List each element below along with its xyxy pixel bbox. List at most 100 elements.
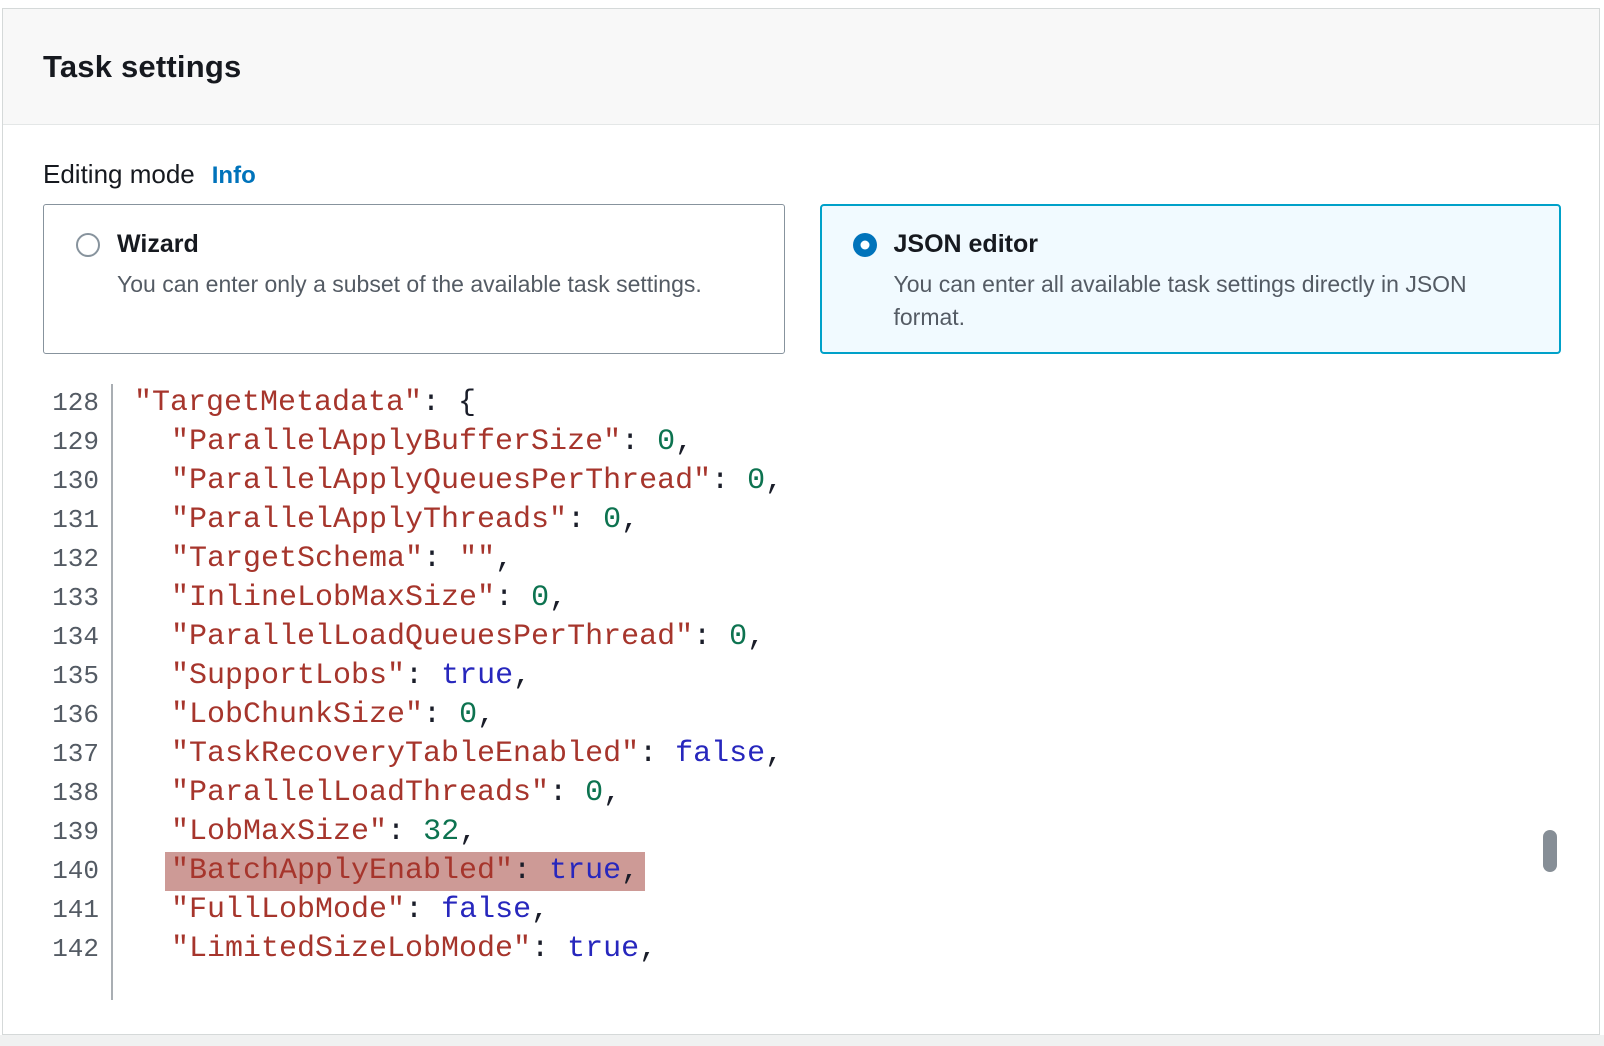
wizard-option-label: Wizard <box>117 230 199 259</box>
code-token-pun: , <box>531 893 549 927</box>
code-token-num: 0 <box>531 581 549 615</box>
code-line-130[interactable]: "ParallelApplyQueuesPerThread": 0, <box>113 462 1561 501</box>
code-token-pun: : <box>495 581 531 615</box>
code-token-str: "TaskRecoveryTableEnabled" <box>171 737 639 771</box>
code-token-pun: : <box>621 425 657 459</box>
code-token-str: "TargetMetadata" <box>134 386 422 420</box>
line-number-gutter: 1281291301311321331341351361371381391401… <box>43 384 113 1000</box>
json-code-editor[interactable]: 1281291301311321331341351361371381391401… <box>43 384 1561 1000</box>
wizard-radio-button[interactable] <box>76 233 100 257</box>
editing-mode-options: Wizard You can enter only a subset of th… <box>43 204 1561 354</box>
line-number: 133 <box>43 579 111 618</box>
editing-mode-row: Editing mode Info <box>43 159 1561 190</box>
code-token-pun: : <box>693 620 729 654</box>
code-token-bool: false <box>441 893 531 927</box>
json-editor-option-header: JSON editor <box>853 230 1535 259</box>
code-token-str: "ParallelLoadThreads" <box>171 776 549 810</box>
code-token-num: 32 <box>423 815 459 849</box>
code-token-pun: , <box>477 698 495 732</box>
code-token-pun: , <box>459 815 477 849</box>
line-number: 142 <box>43 930 111 969</box>
editor-scrollbar-thumb[interactable] <box>1543 830 1557 872</box>
editing-mode-option-wizard[interactable]: Wizard You can enter only a subset of th… <box>43 204 785 354</box>
code-token-pun: : <box>711 464 747 498</box>
line-number: 138 <box>43 774 111 813</box>
line-number: 135 <box>43 657 111 696</box>
code-token-pun: : <box>423 542 459 576</box>
code-token-str: "BatchApplyEnabled" <box>171 854 513 888</box>
code-token-pun: , <box>639 932 657 966</box>
code-token-num: 0 <box>585 776 603 810</box>
code-token-str: "TargetSchema" <box>171 542 423 576</box>
editing-mode-option-json-editor[interactable]: JSON editor You can enter all available … <box>820 204 1562 354</box>
line-number: 129 <box>43 423 111 462</box>
code-token-str: "ParallelApplyBufferSize" <box>171 425 621 459</box>
code-line-133[interactable]: "InlineLobMaxSize": 0, <box>113 579 1561 618</box>
code-token-bool: true <box>549 854 621 888</box>
code-line-131[interactable]: "ParallelApplyThreads": 0, <box>113 501 1561 540</box>
code-token-str: "ParallelApplyThreads" <box>171 503 567 537</box>
code-token-num: 0 <box>747 464 765 498</box>
page-bottom-strip <box>0 1035 1604 1046</box>
code-line-136[interactable]: "LobChunkSize": 0, <box>113 696 1561 735</box>
code-token-pun: : <box>567 503 603 537</box>
code-token-pun: : <box>423 698 459 732</box>
line-number: 136 <box>43 696 111 735</box>
code-token-bool: true <box>441 659 513 693</box>
code-token-str: "FullLobMode" <box>171 893 405 927</box>
info-link[interactable]: Info <box>212 162 256 190</box>
code-token-pun: , <box>765 464 783 498</box>
panel-title: Task settings <box>43 49 241 85</box>
code-token-pun: : <box>405 659 441 693</box>
json-editor-option-label: JSON editor <box>894 230 1038 259</box>
code-token-pun: , <box>549 581 567 615</box>
line-number: 132 <box>43 540 111 579</box>
code-token-pun: , <box>765 737 783 771</box>
wizard-option-description: You can enter only a subset of the avail… <box>117 268 737 301</box>
task-settings-panel: Task settings Editing mode Info Wizard Y… <box>2 8 1600 1035</box>
code-line-142[interactable]: "LimitedSizeLobMode": true, <box>113 930 1561 969</box>
code-token-pun: , <box>747 620 765 654</box>
line-number: 137 <box>43 735 111 774</box>
code-token-pun: : <box>405 893 441 927</box>
code-token-pun: , <box>603 776 621 810</box>
code-token-str: "ParallelApplyQueuesPerThread" <box>171 464 711 498</box>
line-number: 131 <box>43 501 111 540</box>
panel-header: Task settings <box>3 9 1599 125</box>
json-editor-radio-button[interactable] <box>853 233 877 257</box>
highlighted-code: "BatchApplyEnabled": true, <box>165 852 645 891</box>
code-line-135[interactable]: "SupportLobs": true, <box>113 657 1561 696</box>
code-token-str: "ParallelLoadQueuesPerThread" <box>171 620 693 654</box>
line-number: 130 <box>43 462 111 501</box>
code-line-140[interactable]: "BatchApplyEnabled": true, <box>113 852 1561 891</box>
code-token-pun: : { <box>422 386 476 420</box>
code-token-pun: : <box>639 737 675 771</box>
code-line-134[interactable]: "ParallelLoadQueuesPerThread": 0, <box>113 618 1561 657</box>
code-line-129[interactable]: "ParallelApplyBufferSize": 0, <box>113 423 1561 462</box>
code-token-str: "LobChunkSize" <box>171 698 423 732</box>
code-token-bool: true <box>567 932 639 966</box>
line-number: 139 <box>43 813 111 852</box>
code-line-128[interactable]: "TargetMetadata": { <box>113 384 1561 423</box>
code-token-num: 0 <box>657 425 675 459</box>
code-line-137[interactable]: "TaskRecoveryTableEnabled": false, <box>113 735 1561 774</box>
code-token-str: "LobMaxSize" <box>171 815 387 849</box>
panel-body: Editing mode Info Wizard You can enter o… <box>3 125 1599 1000</box>
code-token-pun: , <box>495 542 513 576</box>
code-token-pun: : <box>549 776 585 810</box>
code-token-pun: , <box>621 854 639 888</box>
code-line-138[interactable]: "ParallelLoadThreads": 0, <box>113 774 1561 813</box>
line-number: 140 <box>43 852 111 891</box>
json-editor-option-description: You can enter all available task setting… <box>894 268 1514 333</box>
editing-mode-label: Editing mode <box>43 159 195 190</box>
code-token-num: 0 <box>729 620 747 654</box>
code-line-132[interactable]: "TargetSchema": "", <box>113 540 1561 579</box>
code-token-pun: : <box>531 932 567 966</box>
code-area[interactable]: "TargetMetadata": {"ParallelApplyBufferS… <box>113 384 1561 1000</box>
code-token-str: "SupportLobs" <box>171 659 405 693</box>
code-token-pun: : <box>387 815 423 849</box>
code-line-141[interactable]: "FullLobMode": false, <box>113 891 1561 930</box>
code-line-139[interactable]: "LobMaxSize": 32, <box>113 813 1561 852</box>
line-number: 134 <box>43 618 111 657</box>
code-token-str: "InlineLobMaxSize" <box>171 581 495 615</box>
